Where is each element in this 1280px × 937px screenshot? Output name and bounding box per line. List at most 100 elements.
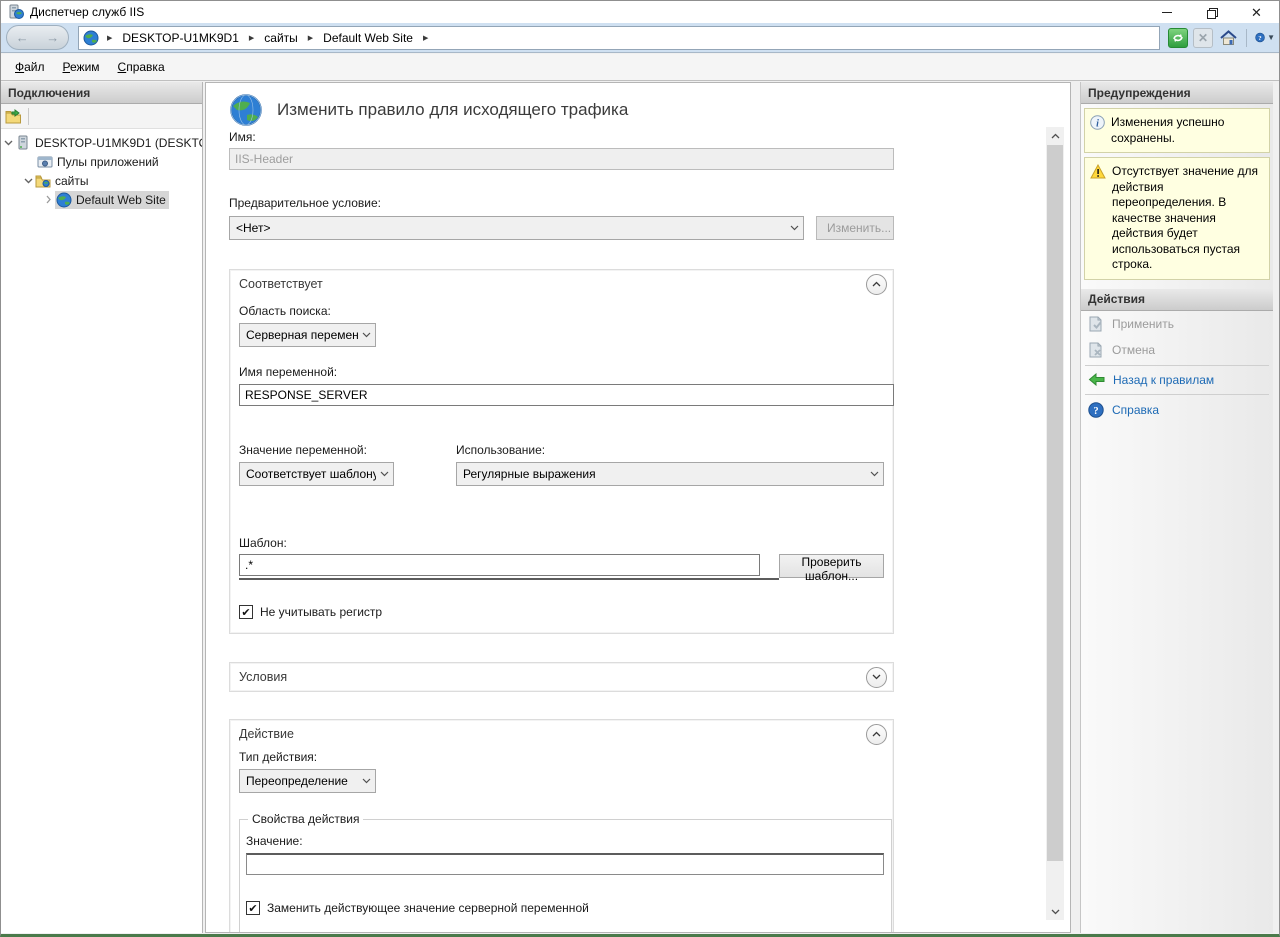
menu-file[interactable]: Файл [6,56,54,78]
expand-conditions-button[interactable] [866,667,887,688]
checkbox-checked-icon[interactable]: ✔ [246,901,260,915]
svg-text:?: ? [1258,35,1261,42]
sites-folder-icon [35,174,51,188]
chevron-up-icon [872,281,881,287]
precondition-value: <Нет> [236,221,786,235]
tree-item-app-pools[interactable]: Пулы приложений [1,152,202,171]
tree-item-default-web-site[interactable]: Default Web Site [1,190,202,209]
warning-icon [1090,164,1106,273]
breadcrumb: ▶ DESKTOP-U1MK9D1 ▶ сайты ▶ Default Web … [78,26,1160,50]
refresh-button[interactable] [1168,28,1188,48]
restore-button[interactable] [1189,1,1234,23]
pattern-field[interactable] [239,554,760,576]
back-button[interactable]: ← [16,30,29,45]
back-to-rules-action[interactable]: Назад к правилам [1081,368,1273,392]
home-button[interactable] [1218,28,1238,48]
ignore-case-row[interactable]: ✔ Не учитывать регистр [239,605,884,619]
menu-help[interactable]: Справка [109,56,174,78]
close-button[interactable]: ✕ [1234,1,1279,23]
svg-text:?: ? [1093,406,1098,417]
iis-manager-window: Диспетчер служб IIS ✕ ← → ▶ DESKTOP-U1MK… [0,0,1280,937]
apply-icon [1088,316,1104,332]
restore-icon [1207,8,1216,17]
tree-item-label: Default Web Site [76,193,166,207]
help-action[interactable]: ? Справка [1081,397,1273,423]
home-icon [1220,30,1237,46]
forward-button[interactable]: → [46,30,59,45]
breadcrumb-item-server[interactable]: DESKTOP-U1MK9D1 [120,29,240,47]
tree-item-label: Пулы приложений [57,155,159,169]
stop-button: ✕ [1193,28,1213,48]
selected-tree-item[interactable]: Default Web Site [55,191,169,209]
operation-label: Значение переменной: [239,443,456,457]
breadcrumb-separator-icon: ▶ [308,34,313,42]
minimize-icon [1162,12,1172,13]
actions-separator [1085,365,1269,366]
info-alert: i Изменения успешно сохранены. [1084,108,1270,153]
help-action-label: Справка [1112,403,1159,417]
apply-action: Применить [1081,311,1273,337]
action-type-value: Переопределение [246,774,358,788]
page-title: Изменить правило для исходящего трафика [277,100,628,120]
chevron-down-icon[interactable] [21,178,35,184]
scroll-down-button[interactable] [1046,903,1064,920]
chevron-down-icon[interactable] [1,140,15,146]
main-scrollbar[interactable] [1046,127,1064,920]
svg-text:i: i [1096,119,1099,130]
conditions-section-title: Условия [239,670,866,684]
conditions-section: Условия [229,662,894,692]
navigation-buttons: ← → [6,25,69,50]
connections-tree: DESKTOP-U1MK9D1 (DESKTOP Пулы приложений [1,129,202,933]
tree-item-sites[interactable]: сайты [1,171,202,190]
globe-icon [83,30,99,46]
collapse-action-button[interactable] [866,724,887,745]
action-type-select[interactable]: Переопределение [239,769,376,793]
chevron-down-icon [362,778,371,784]
precondition-select[interactable]: <Нет> [229,216,804,240]
variable-name-field[interactable] [239,384,894,406]
test-pattern-button[interactable]: Проверить шаблон... [779,554,884,578]
window-title: Диспетчер служб IIS [30,5,144,19]
save-connection-button[interactable] [5,109,22,124]
collapse-match-button[interactable] [866,274,887,295]
breadcrumb-item-sites[interactable]: сайты [262,29,300,47]
folder-arrow-icon [5,109,22,124]
scroll-up-button[interactable] [1046,127,1064,144]
breadcrumb-separator-icon: ▶ [107,34,112,42]
info-icon: i [1090,115,1105,146]
operation-value: Соответствует шаблону [246,467,376,481]
help-circle-icon: ? [1088,402,1104,418]
chevron-down-icon [870,471,879,477]
replace-value-row[interactable]: ✔ Заменить действующее значение серверно… [246,901,885,915]
right-panel: Предупреждения i Изменения успешно сохра… [1080,82,1273,933]
scope-value: Серверная переменн [246,328,358,342]
operation-select[interactable]: Соответствует шаблону [239,462,394,486]
menu-view[interactable]: Режим [54,56,109,78]
main-content: Изменить правило для исходящего трафика … [205,82,1071,933]
refresh-icon [1172,32,1184,44]
help-icon: ? [1255,29,1265,46]
chevron-right-icon[interactable] [41,195,55,204]
pattern-label: Шаблон: [239,536,884,550]
actions-header: Действия [1081,289,1273,311]
scrollbar-thumb[interactable] [1047,145,1063,861]
tree-item-server[interactable]: DESKTOP-U1MK9D1 (DESKTOP [1,133,202,152]
match-section-title: Соответствует [239,277,866,291]
using-select[interactable]: Регулярные выражения [456,462,884,486]
breadcrumb-separator-icon: ▶ [423,34,428,42]
chevron-down-icon [1051,909,1060,915]
stop-icon: ✕ [1198,31,1208,45]
site-globe-icon [56,192,72,208]
action-type-label: Тип действия: [239,750,884,764]
help-button[interactable]: ? ▼ [1255,28,1275,48]
connections-panel: Подключения [1,82,203,933]
cancel-action: Отмена [1081,337,1273,363]
chevron-up-icon [872,731,881,737]
checkbox-checked-icon[interactable]: ✔ [239,605,253,619]
scope-select[interactable]: Серверная переменн [239,323,376,347]
apply-action-label: Применить [1112,317,1174,331]
connections-header: Подключения [1,82,202,104]
value-field[interactable] [246,853,884,875]
breadcrumb-item-default-web-site[interactable]: Default Web Site [321,29,415,47]
minimize-button[interactable] [1144,1,1189,23]
